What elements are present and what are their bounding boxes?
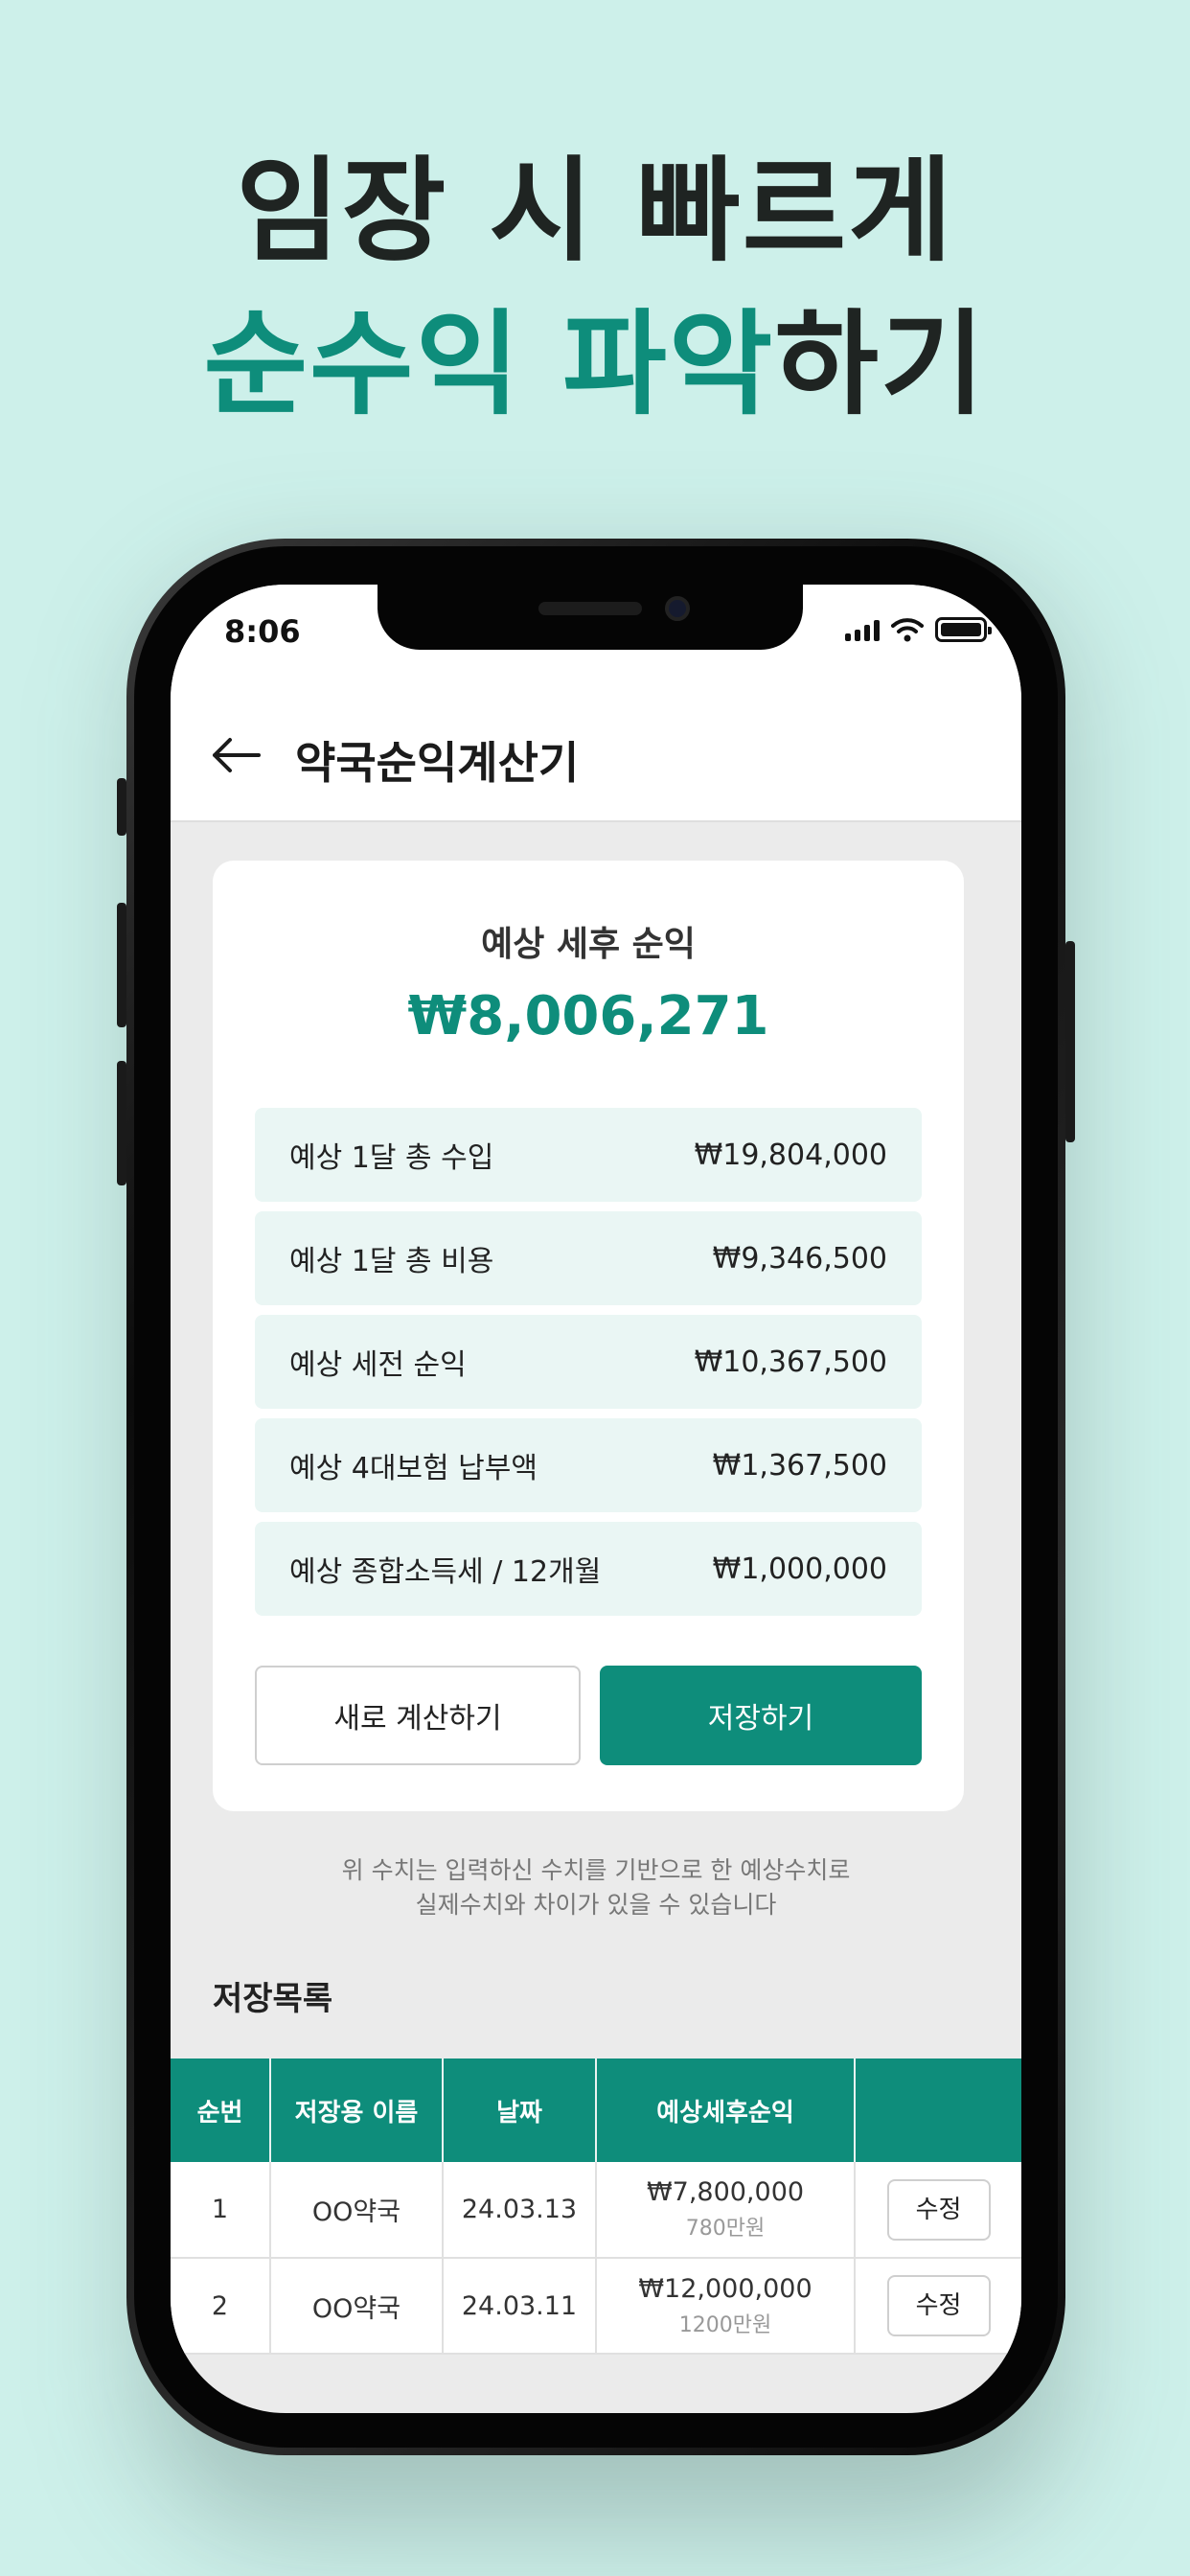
phone-frame: 8:06 약국순익계산기 예상 세후 순익 ₩8,006,271 예상 1달 총… [117,539,1075,2455]
power-button [1065,941,1075,1142]
status-icons [845,617,992,642]
wifi-icon [891,618,924,642]
volume-down-button [117,1061,126,1185]
row-profit-value: ₩12,000,000 [638,2273,812,2304]
disclaimer-line-1: 위 수치는 입력하신 수치를 기반으로 한 예상수치로 [341,1856,851,1884]
breakdown-value: ₩1,367,500 [712,1448,887,1483]
net-profit-amount: ₩8,006,271 [407,985,769,1047]
row-profit: ₩12,000,000 1200만원 [596,2258,856,2355]
promo-line-2: 순수익 파악하기 [0,288,1190,441]
promo-line-1: 임장 시 빠르게 [236,145,954,277]
row-number: 1 [171,2162,271,2259]
row-date: 24.03.13 [443,2162,597,2259]
row-profit: ₩7,800,000 780만원 [596,2162,856,2259]
breakdown-row-pretax: 예상 세전 순익 ₩10,367,500 [255,1315,922,1409]
row-actions: 수정 [855,2162,1021,2259]
disclaimer-line-2: 실제수치와 차이가 있을 수 있습니다 [415,1891,777,1919]
breakdown-label: 예상 세전 순익 [289,1348,467,1382]
breakdown-list: 예상 1달 총 수입 ₩19,804,000 예상 1달 총 비용 ₩9,346… [255,1108,922,1625]
breakdown-label: 예상 4대보험 납부액 [289,1452,538,1485]
column-header: 저장용 이름 [270,2058,444,2162]
app-bar: 약국순익계산기 [171,690,1021,822]
volume-up-button [117,903,126,1027]
result-card: 예상 세후 순익 ₩8,006,271 예상 1달 총 수입 ₩19,804,0… [213,861,964,1811]
column-header: 순번 [171,2058,271,2162]
battery-icon [935,617,992,642]
speaker-grille [538,602,642,615]
table-row: 2 OO약국 24.03.11 ₩12,000,000 1200만원 수정 [171,2258,1021,2355]
promo-headline: 임장 시 빠르게 순수익 파악하기 [0,134,1190,441]
cellular-signal-icon [845,618,880,641]
row-profit-short: 1200만원 [678,2312,772,2337]
breakdown-row-cost: 예상 1달 총 비용 ₩9,346,500 [255,1211,922,1305]
row-date: 24.03.11 [443,2258,597,2355]
breakdown-value: ₩9,346,500 [712,1241,887,1276]
row-name: OO약국 [270,2162,444,2259]
column-header: 날짜 [443,2058,597,2162]
card-actions: 새로 계산하기 저장하기 [255,1666,922,1765]
table-header-row: 순번 저장용 이름 날짜 예상세후순익 [171,2058,1021,2162]
breakdown-row-income-tax: 예상 종합소득세 / 12개월 ₩1,000,000 [255,1522,922,1616]
row-name: OO약국 [270,2258,444,2355]
breakdown-row-insurance: 예상 4대보험 납부액 ₩1,367,500 [255,1418,922,1512]
row-profit-short: 780만원 [685,2217,766,2241]
saved-list-title: 저장목록 [213,1980,333,2018]
phone-bezel: 8:06 약국순익계산기 예상 세후 순익 ₩8,006,271 예상 1달 총… [134,546,1058,2448]
promo-rest-text: 하기 [774,298,987,430]
breakdown-label: 예상 종합소득세 / 12개월 [289,1555,602,1589]
status-time: 8:06 [224,613,301,650]
promo-accent-text: 순수익 파악 [203,298,775,430]
app-title: 약국순익계산기 [295,737,580,789]
column-header [855,2058,1021,2162]
silent-switch [117,778,126,836]
disclaimer-text: 위 수치는 입력하신 수치를 기반으로 한 예상수치로 실제수치와 차이가 있을… [171,1853,1021,1922]
save-button[interactable]: 저장하기 [600,1666,922,1765]
row-actions: 수정 [855,2258,1021,2355]
edit-button[interactable]: 수정 [886,2275,991,2336]
breakdown-row-income: 예상 1달 총 수입 ₩19,804,000 [255,1108,922,1202]
breakdown-value: ₩19,804,000 [694,1138,887,1172]
edit-button[interactable]: 수정 [886,2178,991,2241]
notch [378,585,803,650]
front-camera [665,596,690,621]
recalculate-button[interactable]: 새로 계산하기 [255,1666,581,1765]
table-row: 1 OO약국 24.03.13 ₩7,800,000 780만원 수정 [171,2162,1021,2259]
back-arrow-icon[interactable] [209,732,263,778]
breakdown-value: ₩10,367,500 [694,1345,887,1379]
breakdown-label: 예상 1달 총 비용 [289,1245,494,1278]
row-profit-value: ₩7,800,000 [646,2177,805,2207]
saved-table: 순번 저장용 이름 날짜 예상세후순익 1 OO약국 24.03.13 ₩7,8… [171,2058,1021,2355]
breakdown-label: 예상 1달 총 수입 [289,1141,494,1175]
row-number: 2 [171,2258,271,2355]
net-profit-label: 예상 세후 순익 [481,925,696,964]
column-header: 예상세후순익 [596,2058,856,2162]
breakdown-value: ₩1,000,000 [712,1552,887,1586]
phone-screen: 8:06 약국순익계산기 예상 세후 순익 ₩8,006,271 예상 1달 총… [171,585,1021,2413]
